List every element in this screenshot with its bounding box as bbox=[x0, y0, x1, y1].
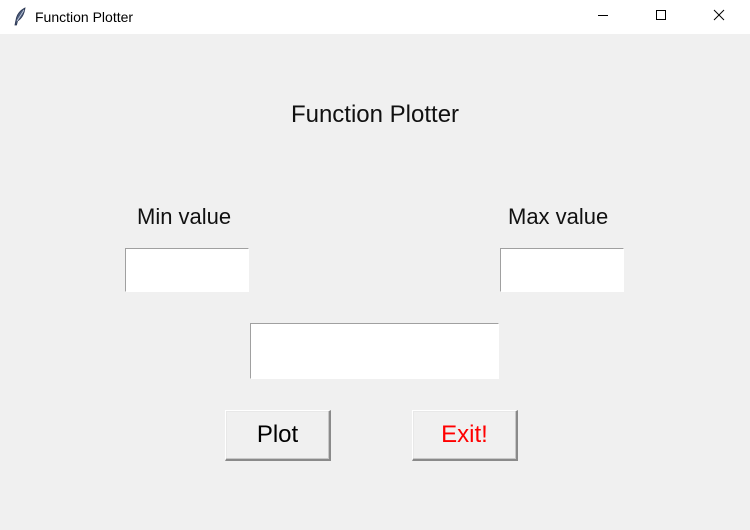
feather-icon bbox=[12, 7, 28, 27]
maximize-button[interactable] bbox=[632, 0, 690, 34]
title-bar[interactable]: Function Plotter bbox=[0, 0, 750, 34]
close-icon bbox=[713, 8, 725, 26]
page-title: Function Plotter bbox=[290, 101, 460, 128]
window-title: Function Plotter bbox=[35, 9, 134, 25]
max-value-label: Max value bbox=[508, 204, 609, 229]
minimize-button[interactable] bbox=[574, 0, 632, 34]
max-value-input[interactable] bbox=[500, 248, 624, 292]
min-value-input[interactable] bbox=[125, 248, 249, 292]
close-button[interactable] bbox=[690, 0, 748, 34]
plot-button[interactable]: Plot bbox=[225, 410, 331, 461]
function-input[interactable] bbox=[250, 323, 499, 379]
minimize-icon bbox=[597, 8, 609, 26]
exit-button[interactable]: Exit! bbox=[412, 410, 518, 461]
min-value-label: Min value bbox=[137, 204, 232, 229]
app-window: Function Plotter Function Plotter Min va… bbox=[0, 0, 750, 530]
maximize-icon bbox=[655, 8, 667, 26]
